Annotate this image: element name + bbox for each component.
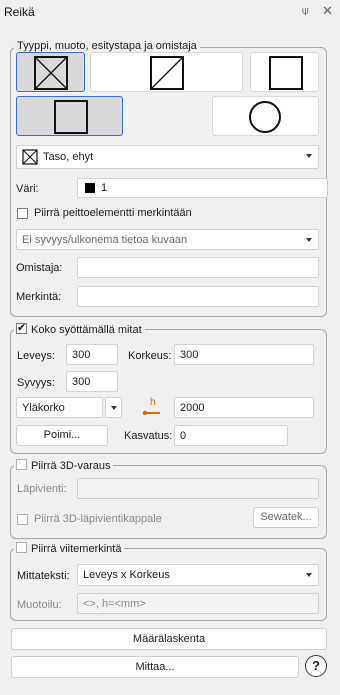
measure-button[interactable]: Mittaa... xyxy=(11,656,299,678)
rectangle-icon xyxy=(54,100,88,134)
quantity-calculation-button[interactable]: Määrälaskenta xyxy=(11,628,327,650)
format-label: Muotoilu: xyxy=(17,599,62,611)
shape-tile-diagonal-square[interactable] xyxy=(90,52,243,92)
dimension-text-dropdown[interactable]: Leveys x Korkeus xyxy=(77,564,319,586)
window-title: Reikä xyxy=(4,5,35,19)
pin-icon[interactable]: ⍦ xyxy=(302,5,309,18)
marking-input[interactable] xyxy=(77,286,319,307)
penetration-label: Läpivienti: xyxy=(17,483,67,495)
size-group-legend-wrap: ✔ Koko syöttämällä mitat xyxy=(14,322,145,336)
pick-button[interactable]: Poimi... xyxy=(16,425,108,446)
depth-info-dropdown[interactable]: Ei syvyys/ulkonema tietoa kuvaan xyxy=(16,229,319,250)
crossed-square-icon xyxy=(22,149,38,165)
title-bar xyxy=(0,0,340,26)
size-group-checkbox[interactable]: ✔ xyxy=(16,322,27,334)
chevron-down-icon xyxy=(306,154,312,158)
growth-label: Kasvatus: xyxy=(124,430,173,442)
close-icon[interactable]: ✕ xyxy=(322,3,333,19)
circle-icon xyxy=(249,101,281,133)
level-input[interactable]: 2000 xyxy=(174,397,314,418)
depth-input[interactable]: 300 xyxy=(66,371,118,392)
owner-label: Omistaja: xyxy=(16,262,63,274)
style-dropdown[interactable]: Taso, ehyt xyxy=(16,145,319,169)
dimension-text-label: Mittateksti: xyxy=(17,570,70,582)
depth-label: Syvyys: xyxy=(17,377,55,389)
width-input[interactable]: 300 xyxy=(66,344,118,365)
format-input[interactable]: <>, h=<mm> xyxy=(77,593,319,614)
height-input[interactable]: 300 xyxy=(174,344,314,365)
size-group-legend: Koko syöttämällä mitat xyxy=(31,324,142,336)
sewatek-button[interactable]: Sewatek... xyxy=(253,507,319,528)
growth-input[interactable]: 0 xyxy=(174,425,288,446)
marking-label: Merkintä: xyxy=(16,291,62,303)
penetration-piece-label: Piirrä 3D-läpivientikappale xyxy=(34,513,162,525)
reservation-3d-checkbox[interactable] xyxy=(16,459,27,470)
empty-square-icon xyxy=(269,56,303,90)
penetration-piece-checkbox[interactable] xyxy=(17,514,28,525)
color-value: 1 xyxy=(101,182,108,194)
chevron-down-icon xyxy=(111,406,117,410)
color-label: Väri: xyxy=(16,183,39,195)
color-field[interactable]: 1 xyxy=(77,178,328,198)
cover-element-label: Piirrä peittoelementti merkintään xyxy=(34,207,192,219)
shape-tile-empty-square[interactable] xyxy=(250,52,319,92)
shape-tile-crossed-square[interactable] xyxy=(16,52,85,92)
color-swatch xyxy=(85,183,95,193)
crossed-square-icon xyxy=(34,56,68,90)
chevron-down-icon xyxy=(306,238,312,242)
height-label: Korkeus: xyxy=(128,350,172,362)
level-pick-icon[interactable]: h xyxy=(140,396,162,418)
reservation-3d-legend-wrap: Piirrä 3D-varaus xyxy=(14,458,114,472)
level-dropdown[interactable]: Yläkorko xyxy=(16,397,103,418)
dimension-text-value: Leveys x Korkeus xyxy=(83,569,170,581)
cover-element-checkbox[interactable] xyxy=(17,208,28,219)
help-icon[interactable]: ? xyxy=(305,655,327,677)
reference-marking-legend: Piirrä viitemerkintä xyxy=(31,543,122,555)
reference-marking-checkbox[interactable] xyxy=(16,542,27,553)
depth-info-value: Ei syvyys/ulkonema tietoa kuvaan xyxy=(22,234,188,246)
width-label: Leveys: xyxy=(17,350,55,362)
style-dropdown-value: Taso, ehyt xyxy=(43,151,94,163)
penetration-input[interactable] xyxy=(77,478,319,499)
reservation-3d-legend: Piirrä 3D-varaus xyxy=(31,460,111,472)
level-icon-text: h xyxy=(150,397,156,408)
type-group-legend: Tyyppi, muoto, esitystapa ja omistaja xyxy=(14,40,200,52)
shape-tile-circle[interactable] xyxy=(212,96,319,136)
level-dropdown-arrow[interactable] xyxy=(105,397,122,418)
diagonal-square-icon xyxy=(150,56,184,90)
reference-marking-legend-wrap: Piirrä viitemerkintä xyxy=(14,541,125,555)
owner-input[interactable] xyxy=(77,257,319,278)
level-dropdown-value: Yläkorko xyxy=(22,402,65,414)
shape-tile-rectangle[interactable] xyxy=(16,96,123,136)
chevron-down-icon xyxy=(306,573,312,577)
